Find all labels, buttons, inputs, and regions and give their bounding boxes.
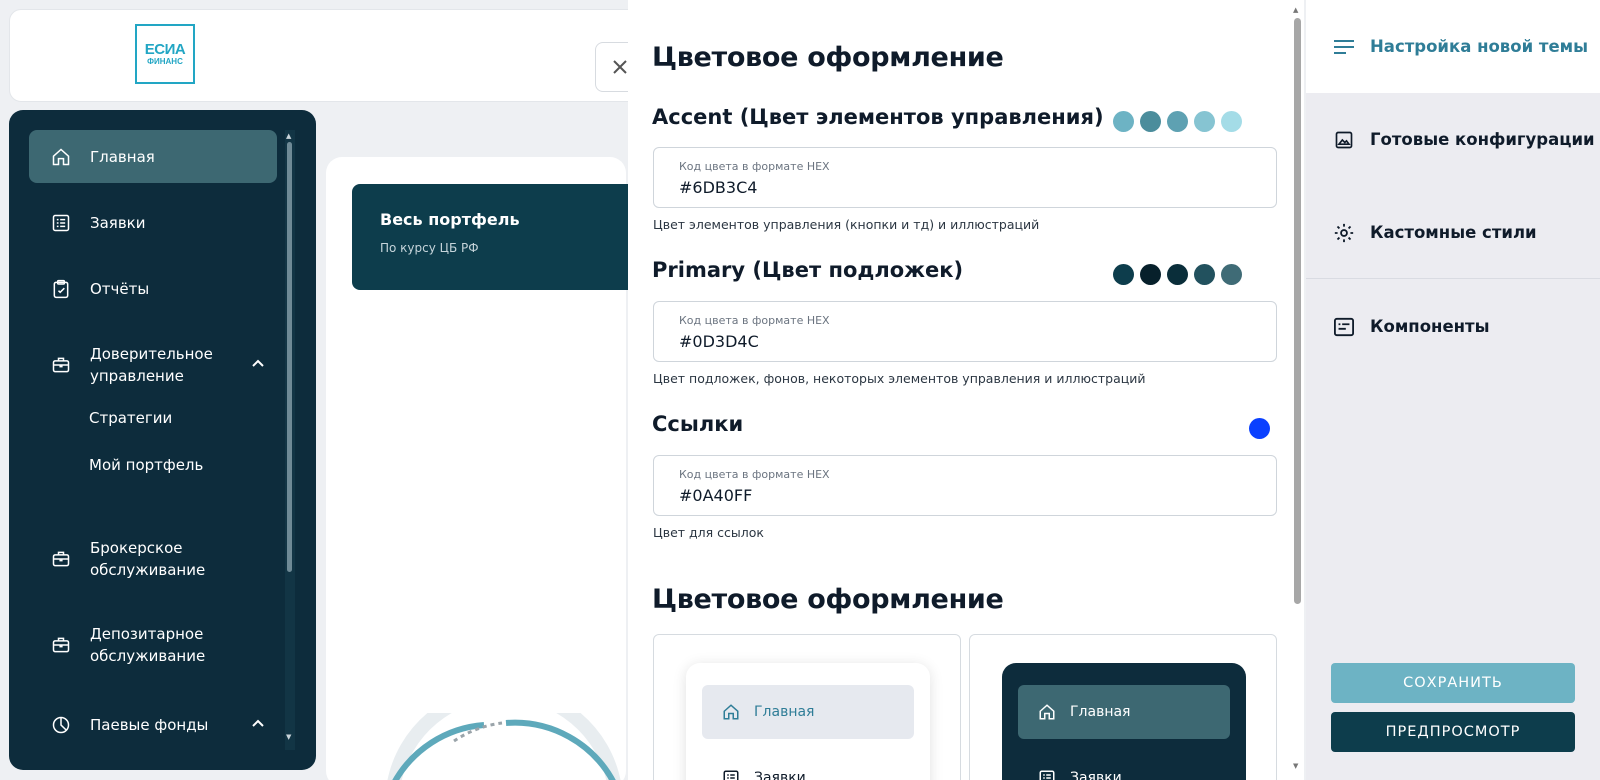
scroll-down-arrow-icon[interactable]: ▼: [1293, 762, 1298, 770]
primary-hint: Цвет подложек, фонов, некоторых элементо…: [653, 371, 1146, 386]
sidebar-item-depository[interactable]: Депозитарное обслуживание: [29, 618, 277, 671]
accent-hex-field[interactable]: Код цвета в формате HEX: [653, 147, 1277, 208]
sidebar-item-reports[interactable]: Отчёты: [29, 262, 277, 315]
field-label: Код цвета в формате HEX: [679, 468, 830, 481]
primary-hex-field[interactable]: Код цвета в формате HEX: [653, 301, 1277, 362]
light-preview-item-home: Главная: [702, 685, 914, 739]
section-title-color-scheme-2: Цветовое оформление: [652, 584, 1004, 615]
primary-swatch[interactable]: [1113, 264, 1134, 285]
menu-divider: [1306, 278, 1600, 279]
sidebar-item-label: Главная: [90, 147, 155, 166]
accent-swatch[interactable]: [1221, 111, 1242, 132]
links-swatches: [1249, 418, 1270, 439]
accent-hex-input[interactable]: [679, 178, 1239, 197]
portfolio-subtitle: По курсу ЦБ РФ: [380, 241, 479, 255]
primary-swatch[interactable]: [1194, 264, 1215, 285]
chevron-up-icon[interactable]: [251, 716, 265, 734]
save-button[interactable]: СОХРАНИТЬ: [1331, 663, 1575, 703]
sidebar-item-mutual-funds[interactable]: Паевые фонды: [29, 698, 277, 751]
light-preview-sidebar: Главная Заявки: [686, 663, 930, 780]
dark-preview-sidebar: Главная Заявки: [1002, 663, 1246, 780]
sidebar-subitem-strategies[interactable]: Стратегии: [89, 409, 172, 427]
sidebar-item-requests[interactable]: Заявки: [29, 196, 277, 249]
sidebar-item-label: Депозитарное обслуживание: [90, 624, 206, 665]
gear-icon: [1332, 222, 1356, 244]
preview-button[interactable]: ПРЕДПРОСМОТР: [1331, 712, 1575, 752]
briefcase-icon: [49, 353, 73, 377]
component-card-icon: [1332, 317, 1356, 337]
dark-preview-item-requests: Заявки: [1018, 751, 1230, 780]
section-title-color-scheme: Цветовое оформление: [652, 42, 1004, 73]
portfolio-card[interactable]: Весь портфель По курсу ЦБ РФ: [352, 184, 652, 290]
accent-swatch[interactable]: [1113, 111, 1134, 132]
accent-swatches: [1113, 111, 1242, 132]
sidebar-item-home[interactable]: Главная: [29, 130, 277, 183]
scroll-up-arrow-icon[interactable]: ▲: [1293, 6, 1298, 14]
primary-swatch[interactable]: [1167, 264, 1188, 285]
sidebar-item-label: Отчёты: [90, 279, 150, 298]
app-header: ЕСИА ФИНАНС: [9, 9, 709, 102]
accent-hint: Цвет элементов управления (кнопки и тд) …: [653, 217, 1040, 232]
links-title: Ссылки: [652, 412, 744, 436]
sidebar-item-label: Паевые фонды: [90, 715, 209, 734]
menu-lines-icon: [1332, 39, 1356, 55]
list-icon: [1038, 769, 1056, 780]
home-icon: [722, 703, 740, 721]
list-icon: [722, 769, 740, 780]
esia-finance-logo[interactable]: ЕСИА ФИНАНС: [135, 24, 195, 84]
light-theme-preview[interactable]: Главная Заявки: [653, 634, 961, 780]
primary-swatches: [1113, 264, 1242, 285]
panel-scrollbar-thumb[interactable]: [1294, 18, 1301, 604]
chevron-up-icon[interactable]: [251, 356, 265, 374]
portfolio-title: Весь портфель: [380, 210, 520, 229]
menu-item-new-theme[interactable]: Настройка новой темы: [1306, 0, 1600, 93]
links-hex-input[interactable]: [679, 486, 1239, 505]
accent-swatch[interactable]: [1140, 111, 1161, 132]
sidebar-scrollbar-thumb[interactable]: [287, 142, 292, 572]
light-preview-item-requests: Заявки: [702, 751, 914, 780]
menu-item-components[interactable]: Компоненты: [1306, 280, 1600, 373]
links-hint: Цвет для ссылок: [653, 525, 764, 540]
field-label: Код цвета в формате HEX: [679, 314, 830, 327]
portfolio-gauge-chart: [387, 713, 621, 780]
briefcase-icon: [49, 633, 73, 657]
accent-swatch[interactable]: [1194, 111, 1215, 132]
list-icon: [49, 211, 73, 235]
sidebar-item-trust-management[interactable]: Доверительное управление: [29, 338, 277, 391]
accent-title: Accent (Цвет элементов управления): [652, 105, 1104, 129]
primary-swatch[interactable]: [1140, 264, 1161, 285]
links-swatch[interactable]: [1249, 418, 1270, 439]
accent-swatch[interactable]: [1167, 111, 1188, 132]
sidebar-item-label: Доверительное управление: [90, 344, 213, 385]
links-hex-field[interactable]: Код цвета в формате HEX: [653, 455, 1277, 516]
pie-chart-icon: [49, 713, 73, 737]
primary-swatch[interactable]: [1221, 264, 1242, 285]
sidebar-item-label: Заявки: [90, 213, 146, 232]
field-label: Код цвета в формате HEX: [679, 160, 830, 173]
menu-item-custom-styles[interactable]: Кастомные стили: [1306, 186, 1600, 279]
scroll-up-arrow-icon[interactable]: ▲: [286, 132, 291, 140]
menu-item-ready-configs[interactable]: Готовые конфигурации: [1306, 93, 1600, 186]
close-icon: [613, 60, 627, 74]
dark-preview-item-home: Главная: [1018, 685, 1230, 739]
primary-title: Primary (Цвет подложек): [652, 258, 964, 282]
clipboard-check-icon: [49, 277, 73, 301]
home-icon: [1038, 703, 1056, 721]
briefcase-icon: [49, 547, 73, 571]
sidebar-item-label: Брокерское обслуживание: [90, 538, 206, 579]
sidebar-subitem-my-portfolio[interactable]: Мой портфель: [89, 456, 203, 474]
scroll-down-arrow-icon[interactable]: ▼: [286, 733, 291, 741]
dark-theme-preview[interactable]: Главная Заявки: [969, 634, 1277, 780]
sidebar-item-brokerage[interactable]: Брокерское обслуживание: [29, 532, 277, 585]
image-icon: [1332, 130, 1356, 150]
home-icon: [49, 145, 73, 169]
primary-hex-input[interactable]: [679, 332, 1239, 351]
sidebar-nav: Главная Заявки Отчёты Доверительное упра…: [9, 110, 316, 770]
